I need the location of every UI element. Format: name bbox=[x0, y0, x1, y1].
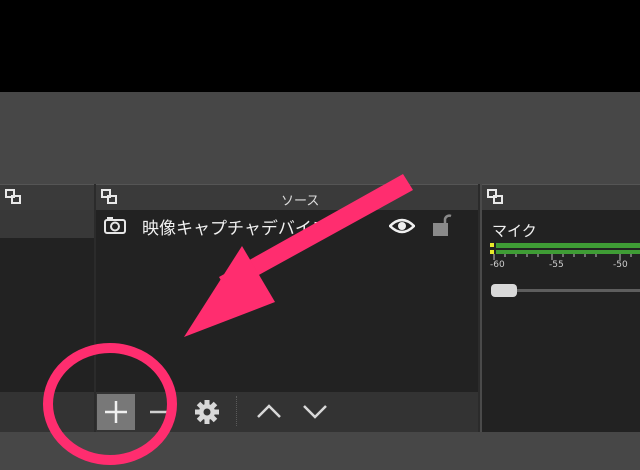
meter-tick-label: -55 bbox=[549, 260, 564, 270]
eye-icon[interactable] bbox=[389, 217, 415, 235]
mixer-dock-title bbox=[482, 184, 640, 210]
camera-icon bbox=[104, 217, 126, 234]
move-source-down-button[interactable] bbox=[296, 394, 334, 430]
scenes-dock-title bbox=[0, 184, 94, 210]
sources-title-label: ソース bbox=[281, 194, 320, 209]
volume-meter-bar bbox=[496, 243, 640, 248]
remove-source-button[interactable] bbox=[140, 394, 178, 430]
preview-area bbox=[0, 0, 640, 92]
meter-tick-label: -60 bbox=[490, 260, 505, 270]
source-properties-button[interactable] bbox=[188, 394, 226, 430]
gear-icon bbox=[195, 400, 219, 424]
chevron-up-icon bbox=[257, 404, 281, 418]
source-name-label: 映像キャプチャデバイス bbox=[142, 219, 329, 239]
toolbar-separator bbox=[236, 396, 238, 426]
plus-icon bbox=[105, 401, 127, 423]
volume-meter-peak bbox=[490, 243, 494, 247]
dock-splitter[interactable] bbox=[478, 184, 480, 432]
status-area bbox=[0, 432, 640, 470]
preview-bottom-area bbox=[0, 92, 640, 184]
float-dock-icon[interactable] bbox=[487, 189, 503, 204]
minus-icon bbox=[150, 410, 168, 414]
mixer-channel-label: マイク bbox=[492, 222, 537, 240]
scene-list-item[interactable] bbox=[0, 210, 94, 238]
meter-tick-label: -50 bbox=[613, 260, 628, 270]
add-source-button[interactable] bbox=[97, 394, 135, 430]
sources-dock-title: ソース bbox=[96, 184, 478, 210]
volume-slider-handle[interactable] bbox=[491, 284, 517, 297]
unlock-icon[interactable] bbox=[432, 213, 452, 237]
chevron-down-icon bbox=[303, 405, 327, 419]
move-source-up-button[interactable] bbox=[250, 394, 288, 430]
float-dock-icon[interactable] bbox=[5, 189, 21, 204]
float-dock-icon[interactable] bbox=[101, 189, 117, 204]
scenes-toolbar bbox=[0, 392, 94, 432]
